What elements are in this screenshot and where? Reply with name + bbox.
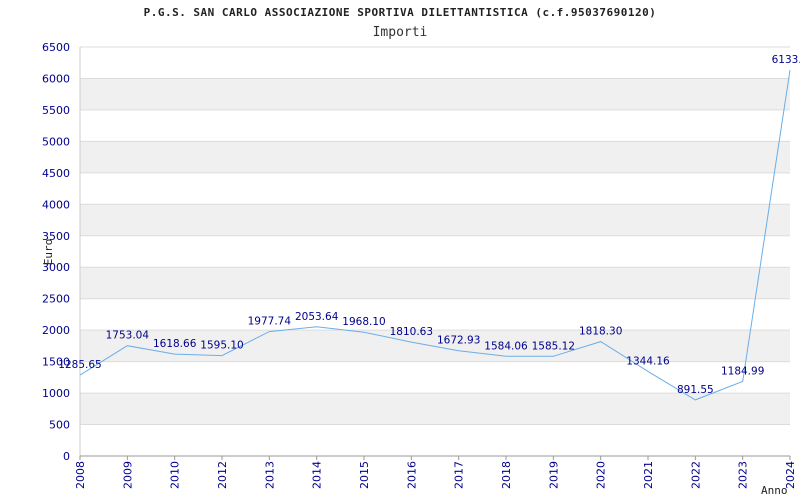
- data-label: 1968.10: [342, 316, 385, 328]
- y-tick-label: 2000: [42, 324, 70, 337]
- x-tick-label: 2008: [74, 461, 87, 489]
- x-tick-label: 2017: [453, 461, 466, 489]
- y-tick-label: 5500: [42, 104, 70, 117]
- x-tick-label: 2018: [500, 461, 513, 489]
- x-tick-label: 2010: [169, 461, 182, 489]
- y-tick-label: 6500: [42, 41, 70, 54]
- data-label: 6133.6: [772, 54, 800, 66]
- y-tick-label: 2500: [42, 293, 70, 306]
- data-label: 1595.10: [200, 340, 243, 352]
- y-tick-label: 6000: [42, 72, 70, 85]
- data-label: 1344.16: [626, 355, 670, 367]
- y-tick-label: 5000: [42, 135, 70, 148]
- grid-bands: [80, 78, 790, 425]
- data-label: 2053.64: [295, 311, 339, 323]
- x-tick-label: 2009: [121, 461, 134, 489]
- grid-band: [80, 393, 790, 425]
- data-label: 1753.04: [106, 330, 150, 342]
- data-label: 891.55: [677, 384, 714, 396]
- line-chart: 0500100015002000250030003500400045005000…: [42, 41, 800, 497]
- data-label: 1672.93: [437, 335, 480, 347]
- x-tick-labels: 2008 2009 2010 2012 2013 2014 2015 2016 2017 2018…: [74, 461, 797, 489]
- x-tick-label: 2014: [311, 461, 324, 489]
- grid-band: [80, 267, 790, 299]
- x-tick-label: 2022: [689, 461, 702, 489]
- x-tick-label: 2012: [216, 461, 229, 489]
- data-label: 1810.63: [390, 326, 433, 338]
- data-label: 1184.99: [721, 365, 764, 377]
- data-label: 1977.74: [248, 316, 292, 328]
- grid-band: [80, 204, 790, 236]
- y-tick-label: 1000: [42, 387, 70, 400]
- data-label: 1584.06: [484, 340, 528, 352]
- x-tick-label: 2016: [405, 461, 418, 489]
- data-label: 1285.65: [58, 359, 101, 371]
- x-tick-label: 2023: [737, 461, 750, 489]
- y-tick-label: 500: [49, 419, 70, 432]
- grid-band: [80, 141, 790, 173]
- data-label: 1618.66: [153, 338, 197, 350]
- data-label: 1818.30: [579, 326, 622, 338]
- x-axis-label: Anno: [761, 484, 788, 497]
- grid-band: [80, 78, 790, 110]
- data-label: 1585.12: [532, 340, 575, 352]
- y-axis-label: Euro: [42, 239, 55, 266]
- x-tick-label: 2019: [547, 461, 560, 489]
- x-tick-label: 2013: [263, 461, 276, 489]
- x-tick-label: 2015: [358, 461, 371, 489]
- x-tick-label: 2021: [642, 461, 655, 489]
- y-tick-label: 4500: [42, 167, 70, 180]
- y-tick-label: 0: [63, 450, 70, 463]
- y-tick-label: 4000: [42, 198, 70, 211]
- x-tick-label: 2020: [595, 461, 608, 489]
